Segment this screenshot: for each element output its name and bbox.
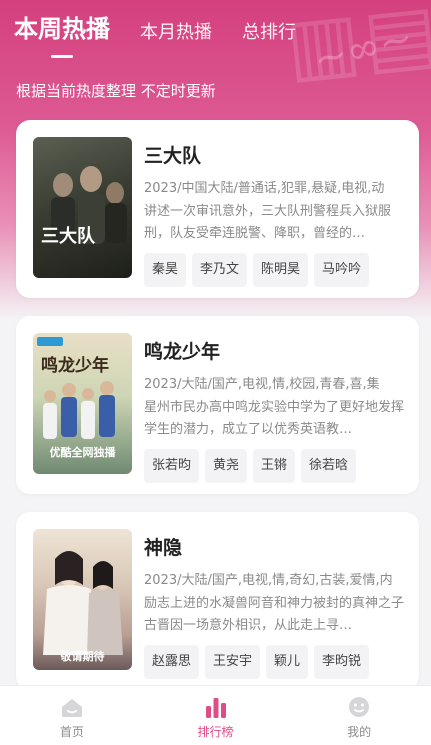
cast-chip[interactable]: 张若昀 — [144, 449, 200, 483]
show-meta: 2023/大陆/国产,电视,情,校园,青春,喜,集 — [144, 377, 380, 391]
show-card[interactable]: 敬请期待 神隐 2023/大陆/国产,电视,情,奇幻,古装,爱情,内 励志上进的… — [16, 512, 419, 690]
bottom-nav: 首页 排行榜 我的 — [0, 685, 431, 745]
show-info: 鸣龙少年 2023/大陆/国产,电视,情,校园,青春,喜,集 星州市民办高中鸣龙… — [144, 333, 407, 483]
show-description: 星州市民办高中鸣龙实验中学为了更好地发挥学生的潜力，成立了以优秀英语教… — [144, 400, 405, 437]
poster-image: 鸣龙少年 优酷全网独播 — [33, 333, 132, 474]
show-list: 三大队 三大队 2023/中国大陆/普通话,犯罪,悬疑,电视,动 讲述一次审讯意… — [16, 120, 419, 708]
show-info: 神隐 2023/大陆/国产,电视,情,奇幻,古装,爱情,内 励志上进的水凝兽阿音… — [144, 529, 407, 679]
show-meta: 2023/中国大陆/普通话,犯罪,悬疑,电视,动 — [144, 181, 385, 195]
poster-title: 鸣龙少年 — [41, 356, 109, 376]
poster-figures — [51, 166, 127, 244]
cast-chip[interactable]: 徐若晗 — [301, 449, 357, 483]
show-info: 三大队 2023/中国大陆/普通话,犯罪,悬疑,电视,动 讲述一次审讯意外，三大… — [144, 137, 407, 287]
show-description: 励志上进的水凝兽阿音和神力被封的真神之子古晋因一场意外相识，从此走上寻… — [144, 596, 405, 633]
tab-this-month[interactable]: 本月热播 — [140, 18, 212, 48]
cast-chip[interactable]: 李昀锐 — [314, 645, 370, 679]
profile-icon — [349, 697, 370, 717]
cast-chip[interactable]: 王锵 — [253, 449, 296, 483]
poster-image: 三大队 — [33, 137, 132, 278]
show-meta: 2023/大陆/国产,电视,情,奇幻,古装,爱情,内 — [144, 573, 393, 587]
poster-image: 敬请期待 — [33, 529, 132, 670]
nav-label: 首页 — [59, 725, 84, 739]
show-description: 讲述一次审讯意外，三大队刑警程兵入狱服刑，队友受牵连脱警、降职，曾经的… — [144, 204, 392, 241]
home-icon — [61, 699, 82, 717]
show-card[interactable]: 鸣龙少年 优酷全网独播 鸣龙少年 2023/大陆/国产,电视,情,校园,青春,喜… — [16, 316, 419, 494]
show-title: 神隐 — [144, 537, 183, 559]
nav-label: 排行榜 — [197, 725, 234, 739]
nav-profile[interactable]: 我的 — [287, 686, 431, 745]
cast-chip[interactable]: 颖儿 — [266, 645, 309, 679]
cast-list: 张若昀 黄尧 王锵 徐若晗 — [144, 449, 407, 483]
rank-tabs: 本周热播 本月热播 总排行 — [14, 8, 326, 48]
cast-chip[interactable]: 李乃文 — [192, 253, 248, 287]
show-title: 鸣龙少年 — [144, 341, 221, 363]
show-title: 三大队 — [144, 145, 202, 167]
cast-chip[interactable]: 陈明昊 — [253, 253, 309, 287]
page-subtitle: 根据当前热度整理 不定时更新 — [16, 82, 216, 100]
tab-all-time[interactable]: 总排行 — [242, 18, 296, 48]
poster-caption: 优酷全网独播 — [49, 446, 116, 459]
tab-this-week[interactable]: 本周热播 — [14, 9, 110, 48]
cast-chip[interactable]: 赵露思 — [144, 645, 200, 679]
cast-list: 秦昊 李乃文 陈明昊 马吟吟 — [144, 253, 407, 287]
poster-title: 三大队 — [41, 226, 95, 247]
cast-chip[interactable]: 马吟吟 — [314, 253, 370, 287]
nav-ranking[interactable]: 排行榜 — [144, 686, 288, 745]
nav-home[interactable]: 首页 — [0, 686, 144, 745]
show-card[interactable]: 三大队 三大队 2023/中国大陆/普通话,犯罪,悬疑,电视,动 讲述一次审讯意… — [16, 120, 419, 298]
poster-caption: 敬请期待 — [60, 650, 105, 663]
cast-list: 赵露思 王安宇 颖儿 李昀锐 — [144, 645, 407, 679]
chart-icon — [205, 698, 226, 718]
cast-chip[interactable]: 秦昊 — [144, 253, 187, 287]
cast-chip[interactable]: 王安宇 — [205, 645, 261, 679]
nav-label: 我的 — [347, 725, 372, 739]
cast-chip[interactable]: 黄尧 — [205, 449, 248, 483]
